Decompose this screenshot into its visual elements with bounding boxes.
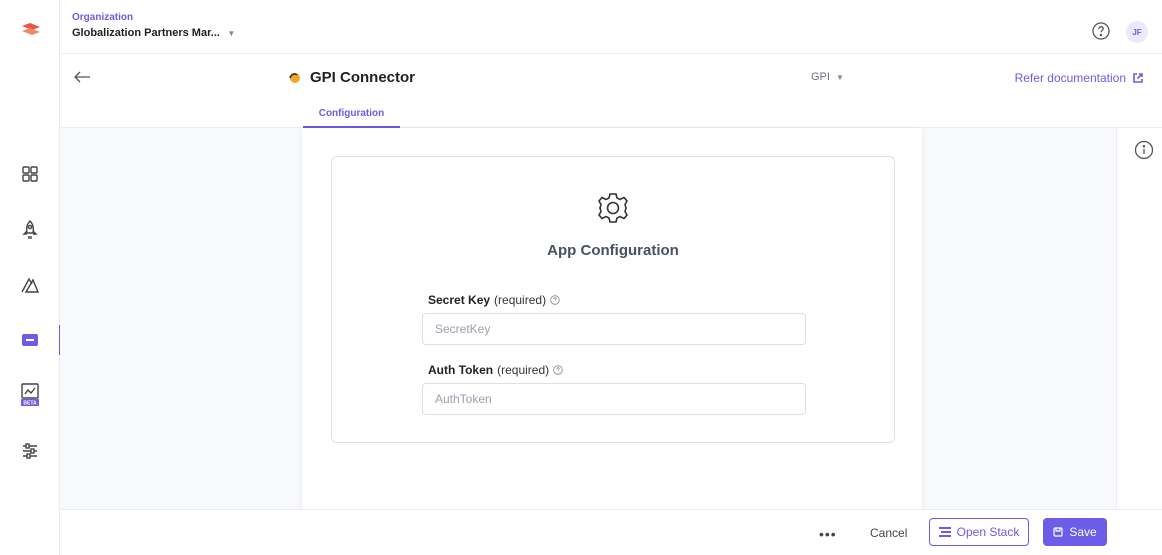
auth-token-input[interactable] [422, 383, 806, 415]
automate-icon [21, 277, 40, 293]
more-options-button[interactable]: ••• [819, 526, 837, 542]
external-link-icon [1133, 73, 1143, 83]
refer-documentation-link[interactable]: Refer documentation [1015, 71, 1144, 85]
info-sidebar [1116, 128, 1162, 509]
rail-launch[interactable] [0, 213, 60, 247]
back-arrow-icon[interactable] [72, 68, 92, 86]
auth-token-label: Auth Token (required) [428, 363, 563, 377]
org-label: Organization [72, 12, 134, 23]
rail-automate[interactable] [0, 268, 60, 302]
stack-icon [938, 527, 951, 537]
action-footer: ••• Cancel Open Stack Save [60, 509, 1162, 555]
app-header: GPI Connector GPI ▼ Refer documentation … [60, 55, 1162, 128]
secret-key-input[interactable] [422, 313, 806, 345]
page-title: GPI Connector [310, 69, 416, 86]
secret-key-label-text: Secret Key [428, 293, 491, 307]
analytics-beta-icon: BETA [21, 383, 39, 407]
app-configuration-card: App Configuration Secret Key (required) … [331, 156, 895, 443]
gpi-logo-icon [289, 72, 300, 83]
save-icon [1053, 527, 1063, 537]
rail-marketplace[interactable] [0, 323, 61, 357]
app-rail: BETA [0, 0, 61, 555]
help-tooltip-icon[interactable] [550, 295, 560, 305]
help-tooltip-icon[interactable] [553, 365, 563, 375]
cancel-button[interactable]: Cancel [870, 526, 907, 540]
settings-sliders-icon [23, 443, 37, 459]
help-icon[interactable] [1092, 22, 1110, 40]
rail-settings[interactable] [0, 434, 60, 468]
org-name: Globalization Partners Mar... [72, 27, 220, 39]
rail-dashboard[interactable] [0, 157, 60, 191]
app-selector-value: GPI [811, 71, 830, 83]
app-selector[interactable]: GPI ▼ [811, 71, 844, 83]
chevron-down-icon: ▼ [836, 73, 844, 82]
auth-token-label-text: Auth Token [428, 363, 494, 377]
user-avatar[interactable]: JF [1126, 21, 1148, 43]
gear-icon [598, 193, 628, 223]
open-stack-button[interactable]: Open Stack [929, 518, 1029, 546]
tab-configuration[interactable]: Configuration [303, 101, 400, 128]
rail-analytics[interactable]: BETA [0, 378, 60, 412]
secret-key-label: Secret Key (required) [428, 293, 560, 307]
top-header: Organization Globalization Partners Mar.… [60, 0, 1162, 54]
marketplace-icon [22, 334, 38, 346]
chevron-down-icon: ▼ [227, 29, 236, 38]
beta-badge: BETA [23, 401, 37, 407]
open-stack-label: Open Stack [956, 525, 1020, 539]
card-title: App Configuration [547, 242, 679, 259]
configuration-panel: App Configuration Secret Key (required) … [302, 128, 922, 518]
required-text: (required) [497, 363, 550, 377]
contentstack-logo-icon[interactable] [20, 22, 42, 38]
dashboard-icon [22, 166, 38, 182]
org-switcher[interactable]: Organization Globalization Partners Mar.… [72, 12, 235, 41]
save-button[interactable]: Save [1043, 518, 1107, 546]
save-label: Save [1069, 525, 1097, 539]
refer-documentation-label: Refer documentation [1014, 71, 1126, 85]
required-text: (required) [494, 293, 547, 307]
info-icon[interactable] [1134, 140, 1154, 160]
app-title-group: GPI Connector [288, 69, 415, 86]
rocket-icon [22, 220, 38, 239]
